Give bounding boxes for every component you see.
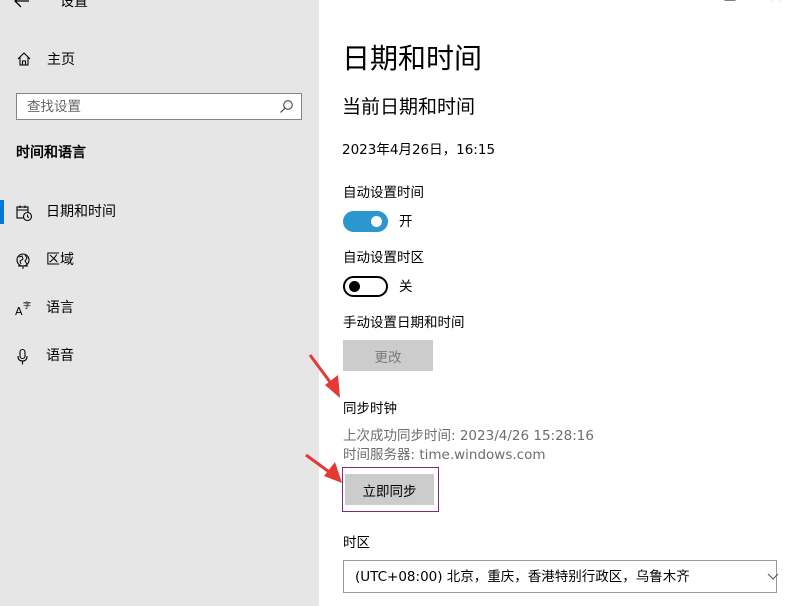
- annotation-arrow-icon: [305, 453, 342, 483]
- annotation-arrow-icon: [308, 354, 340, 398]
- annotation-overlay: [305, 354, 342, 483]
